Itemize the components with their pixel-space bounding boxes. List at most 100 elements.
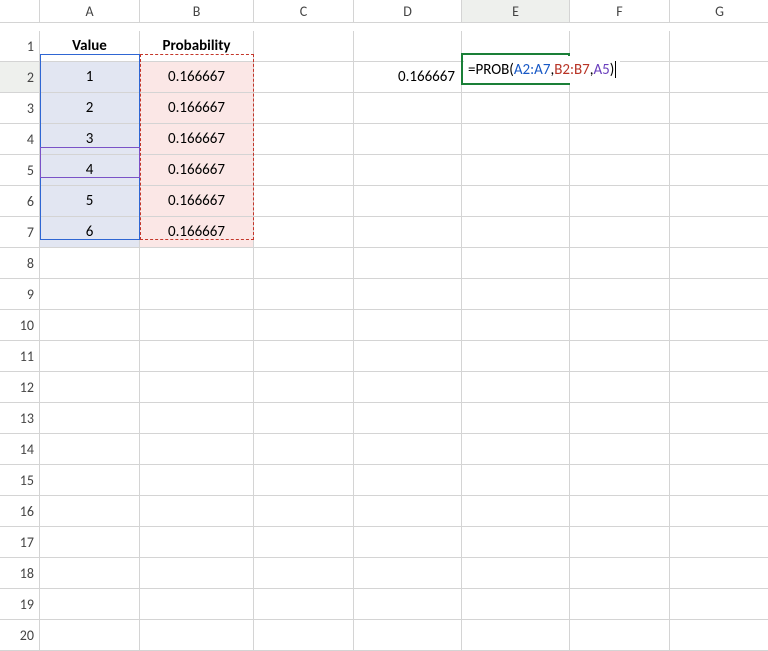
- cell-F3[interactable]: [570, 93, 670, 124]
- col-header-B[interactable]: B: [140, 0, 254, 23]
- cell-A10[interactable]: [40, 310, 140, 341]
- row-header-1[interactable]: 1: [0, 31, 40, 62]
- cell-B17[interactable]: [140, 527, 254, 558]
- col-header-F[interactable]: F: [570, 0, 670, 23]
- cell-A15[interactable]: [40, 465, 140, 496]
- cell-D11[interactable]: [354, 341, 462, 372]
- cell-B13[interactable]: [140, 403, 254, 434]
- cell-F12[interactable]: [570, 372, 670, 403]
- cell-F15[interactable]: [570, 465, 670, 496]
- cell-D3[interactable]: [354, 93, 462, 124]
- row-header-6[interactable]: 6: [0, 186, 40, 217]
- row-header-20[interactable]: 20: [0, 620, 40, 651]
- cell-C3[interactable]: [254, 93, 354, 124]
- cell-G14[interactable]: [670, 434, 768, 465]
- cell-B9[interactable]: [140, 279, 254, 310]
- cell-G17[interactable]: [670, 527, 768, 558]
- cell-F11[interactable]: [570, 341, 670, 372]
- cell-D19[interactable]: [354, 589, 462, 620]
- cell-A3[interactable]: 2: [40, 93, 140, 124]
- cell-E16[interactable]: [462, 496, 570, 527]
- cell-D7[interactable]: [354, 217, 462, 248]
- cell-G5[interactable]: [670, 155, 768, 186]
- cell-B5[interactable]: 0.166667: [140, 155, 254, 186]
- cell-B7[interactable]: 0.166667: [140, 217, 254, 248]
- cell-E4[interactable]: [462, 124, 570, 155]
- cell-A2[interactable]: 1: [40, 62, 140, 93]
- cell-G19[interactable]: [670, 589, 768, 620]
- row-header-19[interactable]: 19: [0, 589, 40, 620]
- cell-G20[interactable]: [670, 620, 768, 651]
- cell-A12[interactable]: [40, 372, 140, 403]
- cell-C14[interactable]: [254, 434, 354, 465]
- cell-C2[interactable]: [254, 62, 354, 93]
- cell-B11[interactable]: [140, 341, 254, 372]
- cell-C15[interactable]: [254, 465, 354, 496]
- row-header-8[interactable]: 8: [0, 248, 40, 279]
- cell-E14[interactable]: [462, 434, 570, 465]
- cell-C8[interactable]: [254, 248, 354, 279]
- cell-D4[interactable]: [354, 124, 462, 155]
- cell-B10[interactable]: [140, 310, 254, 341]
- cell-C6[interactable]: [254, 186, 354, 217]
- col-header-E[interactable]: E: [462, 0, 570, 23]
- row-header-5[interactable]: 5: [0, 155, 40, 186]
- col-header-G[interactable]: G: [670, 0, 768, 23]
- cell-G10[interactable]: [670, 310, 768, 341]
- cell-E17[interactable]: [462, 527, 570, 558]
- cell-D6[interactable]: [354, 186, 462, 217]
- cell-D16[interactable]: [354, 496, 462, 527]
- row-header-12[interactable]: 12: [0, 372, 40, 403]
- cell-F19[interactable]: [570, 589, 670, 620]
- cell-F7[interactable]: [570, 217, 670, 248]
- cell-C20[interactable]: [254, 620, 354, 651]
- cell-A18[interactable]: [40, 558, 140, 589]
- row-header-7[interactable]: 7: [0, 217, 40, 248]
- cell-E8[interactable]: [462, 248, 570, 279]
- row-header-14[interactable]: 14: [0, 434, 40, 465]
- cell-A13[interactable]: [40, 403, 140, 434]
- cell-B6[interactable]: 0.166667: [140, 186, 254, 217]
- cell-F17[interactable]: [570, 527, 670, 558]
- cell-G8[interactable]: [670, 248, 768, 279]
- cell-E11[interactable]: [462, 341, 570, 372]
- col-header-C[interactable]: C: [254, 0, 354, 23]
- cell-E3[interactable]: [462, 93, 570, 124]
- cell-G18[interactable]: [670, 558, 768, 589]
- cell-F10[interactable]: [570, 310, 670, 341]
- cell-C5[interactable]: [254, 155, 354, 186]
- cell-A1[interactable]: Value: [40, 31, 140, 62]
- cell-D12[interactable]: [354, 372, 462, 403]
- cell-F14[interactable]: [570, 434, 670, 465]
- cell-A14[interactable]: [40, 434, 140, 465]
- cell-A5[interactable]: 4: [40, 155, 140, 186]
- cell-G11[interactable]: [670, 341, 768, 372]
- cell-C17[interactable]: [254, 527, 354, 558]
- cell-F5[interactable]: [570, 155, 670, 186]
- cell-C1[interactable]: [254, 31, 354, 62]
- row-header-13[interactable]: 13: [0, 403, 40, 434]
- cell-A8[interactable]: [40, 248, 140, 279]
- cell-G7[interactable]: [670, 217, 768, 248]
- cell-E9[interactable]: [462, 279, 570, 310]
- cell-F8[interactable]: [570, 248, 670, 279]
- cell-G12[interactable]: [670, 372, 768, 403]
- cell-B2[interactable]: 0.166667: [140, 62, 254, 93]
- cell-B15[interactable]: [140, 465, 254, 496]
- cell-E13[interactable]: [462, 403, 570, 434]
- cell-C10[interactable]: [254, 310, 354, 341]
- row-header-3[interactable]: 3: [0, 93, 40, 124]
- cell-B14[interactable]: [140, 434, 254, 465]
- cell-F4[interactable]: [570, 124, 670, 155]
- cell-F13[interactable]: [570, 403, 670, 434]
- spreadsheet-grid[interactable]: A B C D E F G 1 Value Probability 2 1 0.…: [0, 0, 768, 651]
- cell-C7[interactable]: [254, 217, 354, 248]
- cell-C9[interactable]: [254, 279, 354, 310]
- cell-F20[interactable]: [570, 620, 670, 651]
- cell-G13[interactable]: [670, 403, 768, 434]
- cell-D5[interactable]: [354, 155, 462, 186]
- cell-E7[interactable]: [462, 217, 570, 248]
- row-header-4[interactable]: 4: [0, 124, 40, 155]
- row-header-18[interactable]: 18: [0, 558, 40, 589]
- cell-D10[interactable]: [354, 310, 462, 341]
